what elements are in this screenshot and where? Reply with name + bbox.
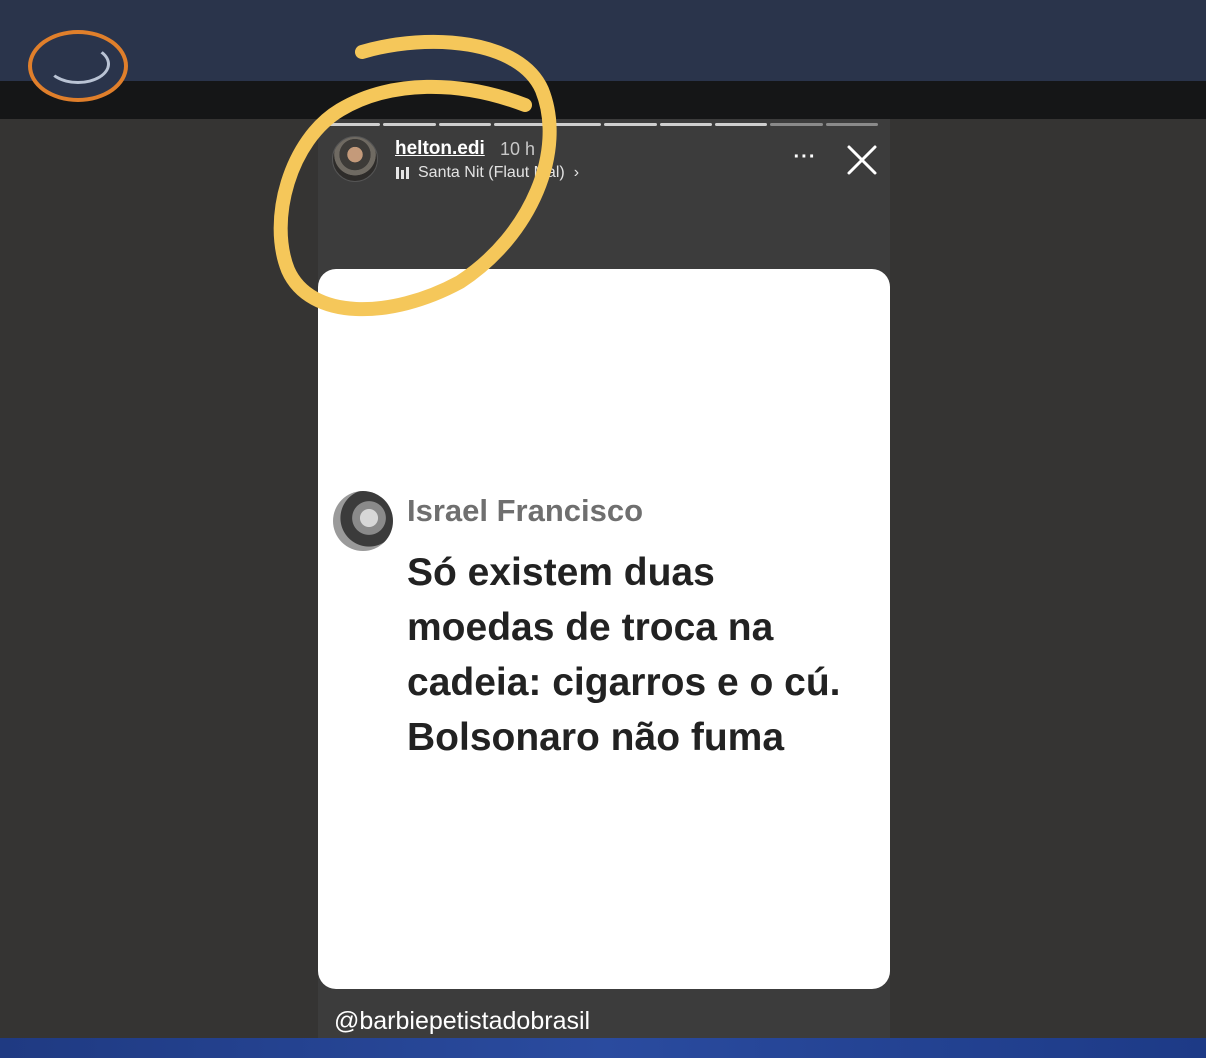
- progress-segment: [715, 123, 768, 126]
- progress-segment: [604, 123, 657, 126]
- progress-segment: [383, 123, 436, 126]
- app-logo-icon[interactable]: [28, 30, 128, 102]
- more-horizontal-icon[interactable]: ···: [790, 147, 820, 167]
- story-time: 10 h: [500, 139, 536, 159]
- music-bars-icon: [396, 167, 409, 179]
- post-text: Só existem duas moedas de troca na cadei…: [407, 545, 877, 765]
- close-icon[interactable]: [844, 142, 880, 178]
- app-header: [0, 81, 1206, 119]
- music-link[interactable]: Santa Nit (Flaut Mal) ›: [396, 163, 579, 183]
- browser-top-bar: [0, 0, 1206, 81]
- progress-segment: [493, 123, 547, 126]
- music-title: Santa Nit (Flaut Mal): [418, 164, 565, 181]
- progress-segment: [770, 123, 823, 126]
- progress-segment: [659, 123, 713, 126]
- progress-segment: [825, 123, 878, 126]
- post-text-line: Bolsonaro não fuma: [407, 716, 785, 759]
- post-text-line: moedas de troca na: [407, 606, 774, 649]
- taskbar-strip: [0, 1038, 1206, 1058]
- app-logo-inner: [46, 44, 110, 84]
- story-viewer: helton.edi 10 h Santa Nit (Flaut Mal) › …: [318, 119, 890, 1044]
- story-progress: [328, 123, 878, 126]
- post-text-line: Só existem duas: [407, 551, 715, 594]
- progress-segment: [438, 123, 491, 126]
- shared-post-card[interactable]: Israel Francisco Só existem duas moedas …: [318, 269, 890, 989]
- post-author-avatar: [333, 491, 393, 551]
- story-avatar[interactable]: [332, 136, 378, 182]
- story-caption: @barbiepetistadobrasil: [334, 1007, 591, 1035]
- post-text-line: cadeia: cigarros e o cú.: [407, 661, 841, 704]
- chevron-right-icon: ›: [573, 164, 580, 181]
- story-username[interactable]: helton.edi: [395, 138, 485, 160]
- post-author-name: Israel Francisco: [407, 493, 644, 528]
- progress-segment: [549, 123, 602, 126]
- progress-segment: [328, 123, 381, 126]
